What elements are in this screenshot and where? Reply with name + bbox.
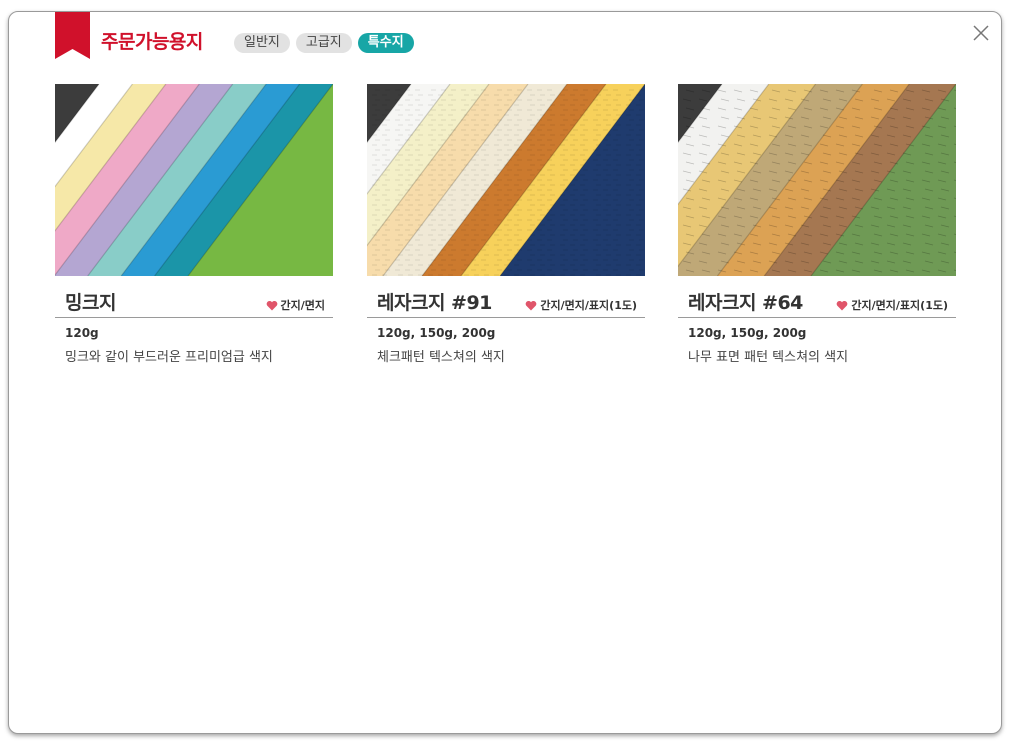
paper-name: 레자크지 #64 — [688, 292, 803, 314]
usage-text: 간지/면지/표지(1도) — [851, 299, 948, 312]
heart-icon — [266, 300, 277, 310]
bookmark-icon — [55, 12, 90, 59]
paper-weight: 120g — [65, 326, 99, 340]
tab-premium[interactable]: 고급지 — [295, 33, 352, 53]
paper-weight: 120g, 150g, 200g — [688, 326, 807, 340]
heart-icon — [526, 300, 537, 310]
paper-swatch-image — [678, 84, 956, 276]
close-icon[interactable] — [972, 24, 990, 42]
card-header: 레자크지 #64 간지/면지/표지(1도) — [678, 276, 956, 318]
card-header: 레자크지 #91 간지/면지/표지(1도) — [367, 276, 645, 318]
paper-card-leathac-64[interactable]: 레자크지 #64 간지/면지/표지(1도) 120g, 150g, 200g 나… — [678, 84, 956, 365]
usage-badge: 간지/면지/표지(1도) — [836, 297, 948, 313]
paper-description: 나무 표면 패턴 텍스쳐의 색지 — [688, 350, 849, 365]
usage-text: 간지/면지/표지(1도) — [540, 299, 637, 312]
paper-name: 레자크지 #91 — [377, 292, 492, 314]
paper-card-mink[interactable]: 밍크지 간지/면지 120g 밍크와 같이 부드러운 프리미엄급 색지 — [55, 84, 333, 365]
paper-card-leathac-91[interactable]: 레자크지 #91 간지/면지/표지(1도) 120g, 150g, 200g 체… — [367, 84, 645, 365]
paper-swatch-image — [367, 84, 645, 276]
card-header: 밍크지 간지/면지 — [55, 276, 333, 318]
heart-icon — [837, 300, 848, 310]
usage-badge: 간지/면지 — [266, 297, 326, 313]
paper-type-tabs: 일반지 고급지 특수지 — [234, 33, 414, 53]
paper-description: 밍크와 같이 부드러운 프리미엄급 색지 — [65, 350, 273, 365]
paper-swatch-image — [55, 84, 333, 276]
modal-title: 주문가능용지 — [101, 31, 203, 53]
usage-text: 간지/면지 — [280, 299, 326, 312]
paper-description: 체크패턴 텍스쳐의 색지 — [377, 350, 505, 365]
paper-weight: 120g, 150g, 200g — [377, 326, 496, 340]
paper-catalog-modal: 주문가능용지 일반지 고급지 특수지 밍크지 간지/면지 120g 밍크와 같이… — [8, 11, 1002, 734]
tab-special[interactable]: 특수지 — [357, 33, 414, 53]
usage-badge: 간지/면지/표지(1도) — [525, 297, 637, 313]
paper-name: 밍크지 — [65, 292, 116, 314]
tab-general[interactable]: 일반지 — [234, 33, 290, 53]
